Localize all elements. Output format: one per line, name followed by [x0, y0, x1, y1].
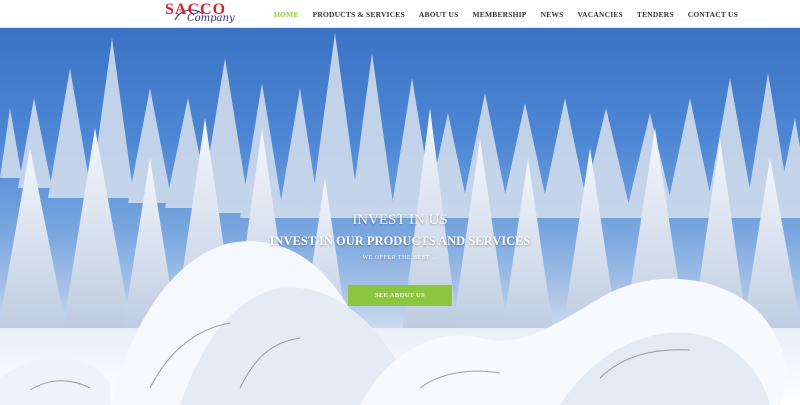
nav-vacancies[interactable]: VACANCIES — [577, 10, 622, 19]
nav-about-us[interactable]: ABOUT US — [419, 10, 459, 19]
hero-title: INVEST IN US — [352, 212, 448, 228]
logo-subtext: Company — [187, 13, 235, 24]
see-about-us-button[interactable]: SEE ABOUT US — [348, 285, 452, 306]
hero-tagline: WE OFFER THE BEST ... — [362, 255, 438, 261]
hero-banner: INVEST IN US INVEST IN OUR PRODUCTS AND … — [0, 28, 800, 405]
main-nav: HOME PRODUCTS & SERVICES ABOUT US MEMBER… — [274, 0, 752, 28]
nav-tenders[interactable]: TENDERS — [637, 10, 674, 19]
nav-contact-us[interactable]: CONTACT US — [688, 10, 738, 19]
hero-subtitle: INVEST IN OUR PRODUCTS AND SERVICES — [269, 234, 531, 248]
nav-products-services[interactable]: PRODUCTS & SERVICES — [313, 10, 405, 19]
nav-home[interactable]: HOME — [274, 10, 299, 19]
nav-news[interactable]: NEWS — [541, 10, 564, 19]
nav-membership[interactable]: MEMBERSHIP — [472, 10, 526, 19]
top-navbar: SACCO Company HOME PRODUCTS & SERVICES A… — [0, 0, 800, 28]
sacco-logo[interactable]: SACCO Company — [165, 1, 253, 26]
